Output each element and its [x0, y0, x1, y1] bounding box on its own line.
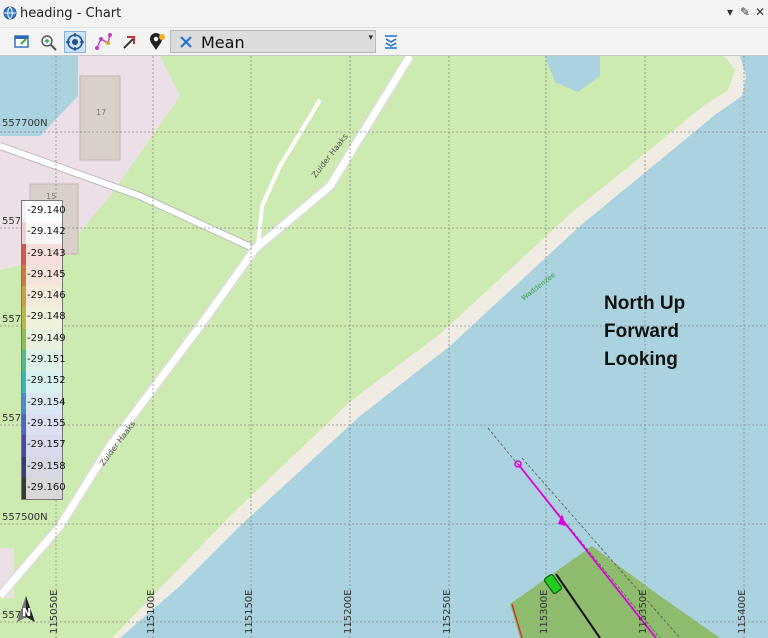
chart-properties-button[interactable]: [11, 31, 33, 53]
legend-swatch: [22, 307, 26, 329]
chart-map[interactable]: 17 15 Zuider Haaks Zuider Haaks Waddenze…: [0, 56, 768, 638]
legend-swatch: [22, 201, 26, 223]
legend-row: -29.154: [22, 392, 66, 414]
legend-row: -29.146: [22, 286, 66, 308]
latitude-label: 557700N: [2, 118, 48, 129]
pin-icon[interactable]: ✎: [740, 5, 750, 19]
legend-swatch: [22, 413, 26, 436]
longitude-label: 115100E: [146, 589, 157, 635]
overlay-line: North Up: [604, 293, 686, 314]
legend-row: -29.155: [22, 413, 66, 436]
toolbar: Mean ▾: [0, 28, 768, 56]
longitude-label: 115400E: [737, 589, 748, 635]
legend-value: -29.151: [27, 354, 66, 366]
zoom-extents-button[interactable]: [37, 31, 59, 53]
title-bar: heading - Chart ▾ ✎ ✕: [0, 0, 768, 28]
legend-swatch: [22, 477, 26, 500]
legend-row: -29.140: [22, 201, 66, 223]
window-title: heading - Chart: [20, 6, 122, 21]
legend-swatch: [22, 350, 26, 372]
legend-value: -29.145: [27, 268, 66, 280]
legend-row: -29.148: [22, 307, 66, 329]
legend-swatch: [22, 222, 26, 244]
legend-row: -29.145: [22, 264, 66, 287]
measure-icon: [95, 33, 112, 50]
legend-row: -29.160: [22, 477, 66, 500]
legend-value: -29.160: [27, 481, 66, 493]
longitude-label: 115350E: [638, 589, 649, 635]
legend-value: -29.140: [27, 205, 66, 216]
zoom-icon: [41, 35, 57, 51]
latitude-label: 557500N: [2, 512, 48, 523]
longitude-label: 115200E: [343, 589, 354, 635]
legend-value: -29.157: [27, 439, 66, 451]
color-legend: -29.140 -29.142 -29.143 -29.145 -29.146 -29.1…: [21, 200, 66, 501]
marker-icon: [150, 33, 165, 50]
chevron-down-icon[interactable]: ▾: [727, 5, 733, 19]
legend-value: -29.149: [27, 332, 66, 344]
legend-swatch: [22, 243, 26, 265]
north-arrow[interactable]: N: [14, 594, 38, 630]
legend-swatch: [22, 264, 26, 287]
layer-settings-button[interactable]: [380, 31, 402, 53]
longitude-label: 115050E: [49, 589, 60, 635]
orientation-overlay: North Up Forward Looking: [604, 290, 685, 374]
legend-row: -29.152: [22, 371, 66, 393]
legend-value: -29.152: [27, 375, 66, 387]
track-icon: [123, 36, 135, 49]
legend-swatch: [22, 435, 26, 457]
legend-swatch: [22, 456, 26, 478]
marker-button[interactable]: [146, 31, 168, 53]
track-button[interactable]: [119, 31, 141, 53]
center-vessel-button[interactable]: [64, 31, 86, 53]
legend-swatch: [22, 371, 26, 393]
chart-properties-icon: [14, 35, 29, 48]
legend-value: -29.155: [27, 417, 66, 429]
legend-value: -29.154: [27, 396, 66, 408]
mean-icon: [180, 36, 192, 48]
legend-value: -29.142: [27, 226, 66, 238]
longitude-label: 115250E: [442, 589, 453, 635]
legend-row: -29.157: [22, 435, 66, 457]
measure-button[interactable]: [92, 31, 114, 53]
legend-value: -29.143: [27, 247, 66, 259]
legend-row: -29.158: [22, 456, 66, 478]
legend-row: -29.149: [22, 328, 66, 351]
legend-row: -29.142: [22, 222, 66, 244]
mode-select-value: Mean: [201, 33, 245, 52]
building-number: 17: [96, 108, 107, 117]
building-17: [79, 75, 121, 161]
legend-row: -29.143: [22, 243, 66, 265]
legend-swatch: [22, 392, 26, 414]
overlay-line: Forward: [604, 321, 679, 342]
longitude-label: 115150E: [244, 589, 255, 635]
legend-row: -29.151: [22, 350, 66, 372]
mode-select[interactable]: Mean ▾: [170, 30, 376, 53]
legend-swatch: [22, 328, 26, 351]
legend-swatch: [22, 286, 26, 308]
target-icon: [66, 33, 84, 51]
stack-icon: [385, 35, 397, 49]
longitude-label: 115300E: [539, 589, 550, 635]
legend-value: -29.148: [27, 311, 66, 323]
globe-icon: [3, 6, 17, 20]
legend-value: -29.146: [27, 290, 66, 302]
chevron-down-icon: ▾: [368, 33, 373, 43]
legend-value: -29.158: [27, 460, 66, 472]
close-icon[interactable]: ✕: [755, 5, 765, 19]
compass-label: N: [22, 606, 32, 619]
overlay-line: Looking: [604, 349, 678, 370]
